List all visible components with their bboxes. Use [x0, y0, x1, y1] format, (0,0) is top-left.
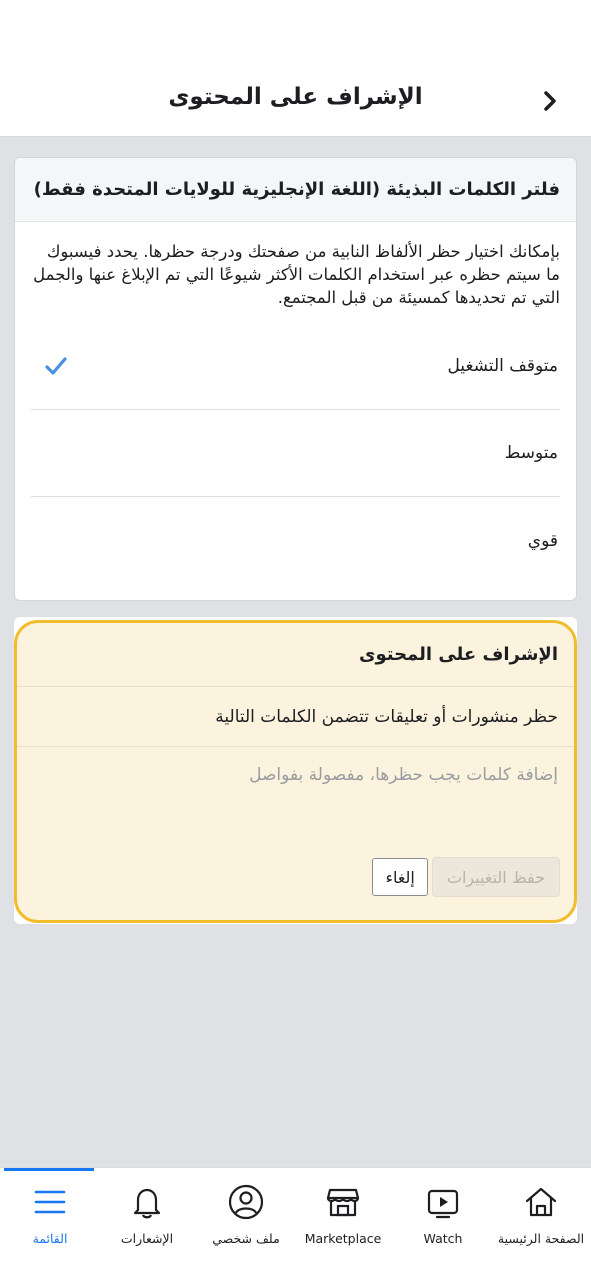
tab-home[interactable]: الصفحة الرئيسية — [491, 1182, 591, 1246]
tab-watch[interactable]: Watch — [393, 1182, 493, 1246]
checkmark-icon — [45, 357, 67, 375]
option-label: قوي — [527, 530, 558, 551]
tab-label: Marketplace — [304, 1231, 382, 1246]
tab-menu[interactable]: القائمة — [0, 1182, 100, 1246]
home-icon — [525, 1187, 557, 1217]
bottom-tab-bar: الصفحة الرئيسية Watch Marketplace ملف شخ… — [0, 1167, 591, 1280]
moderation-title: الإشراف على المحتوى — [17, 623, 574, 687]
save-changes-button[interactable]: حفظ التغييرات — [431, 857, 560, 897]
cancel-button[interactable]: إلغاء — [372, 858, 428, 896]
option-strong[interactable]: قوي — [31, 497, 560, 584]
watch-icon — [427, 1189, 459, 1219]
tab-notifications[interactable]: الإشعارات — [97, 1182, 197, 1246]
tab-label: القائمة — [32, 1231, 68, 1246]
moderation-subtitle: حظر منشورات أو تعليقات تتضمن الكلمات الت… — [17, 687, 574, 747]
tab-marketplace[interactable]: Marketplace — [293, 1182, 393, 1246]
tab-label: الصفحة الرئيسية — [497, 1231, 585, 1246]
tab-label: الإشعارات — [120, 1231, 174, 1246]
option-label: متوقف التشغيل — [447, 356, 558, 376]
profanity-filter-card: فلتر الكلمات البذيئة (اللغة الإنجليزية ل… — [14, 157, 577, 601]
profile-icon — [228, 1184, 264, 1220]
profanity-options: متوقف التشغيل متوسط قوي — [15, 323, 576, 584]
page-title: الإشراف على المحتوى — [168, 84, 423, 110]
blocked-words-input[interactable]: إضافة كلمات يجب حظرها، مفصولة بفواصل — [17, 747, 574, 857]
tab-profile[interactable]: ملف شخصي — [196, 1182, 296, 1246]
tab-label: ملف شخصي — [212, 1231, 280, 1246]
profanity-filter-description: بإمكانك اختيار حظر الألفاظ النابية من صف… — [33, 242, 560, 307]
moderation-actions: حفظ التغييرات إلغاء — [17, 857, 574, 897]
tab-label: Watch — [423, 1231, 463, 1246]
option-off[interactable]: متوقف التشغيل — [31, 323, 560, 410]
option-label: متوسط — [504, 443, 558, 463]
bell-icon — [133, 1188, 161, 1219]
top-bar: الإشراف على المحتوى — [0, 0, 591, 137]
menu-icon — [34, 1190, 66, 1214]
marketplace-icon — [326, 1188, 360, 1217]
moderation-card: الإشراف على المحتوى حظر منشورات أو تعليق… — [14, 620, 577, 923]
profanity-filter-title: فلتر الكلمات البذيئة (اللغة الإنجليزية ل… — [15, 158, 576, 222]
option-medium[interactable]: متوسط — [31, 410, 560, 497]
